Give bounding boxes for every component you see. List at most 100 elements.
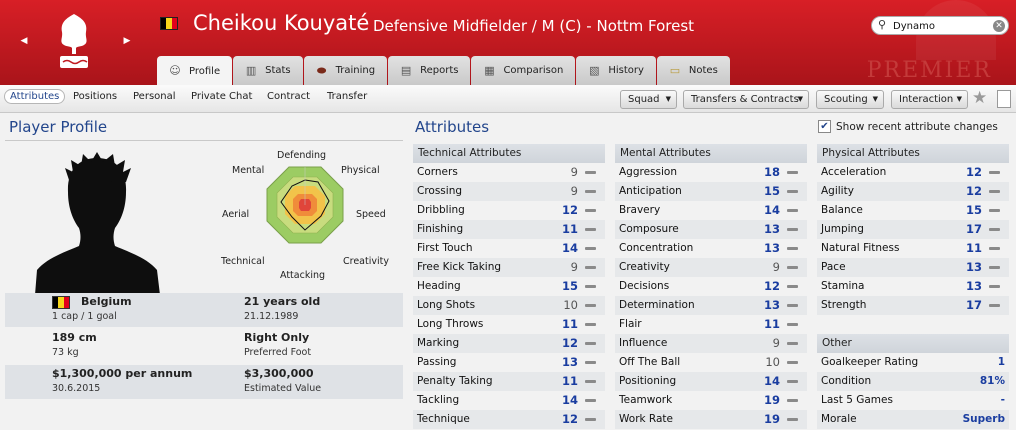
mental-attributes-heading: Mental Attributes [615,144,807,163]
tab-reports[interactable]: ▤ Reports [388,56,471,85]
attribute-value: 10 [765,355,780,369]
ball-icon: ⬬ [316,63,327,77]
tab-notes[interactable]: ▭ Notes [656,56,730,85]
attribute-value: 9 [772,336,780,350]
radar-label-creativity: Creativity [343,256,389,267]
notes-icon: ▭ [669,63,681,77]
attribute-name: Jumping [821,223,864,235]
search-input[interactable] [893,19,989,33]
attribute-name: Flair [619,318,642,330]
attribute-row: Influence 9 [615,334,807,353]
squad-dropdown[interactable]: Squad ▼ [620,90,677,109]
club-crest-icon [60,14,88,68]
search-box[interactable]: ⚲ ✕ [871,16,1009,35]
attribute-name: Concentration [619,242,694,254]
no-change-icon [585,418,596,421]
no-change-icon [585,228,596,231]
no-change-icon [989,190,1000,193]
chevron-down-icon: ▼ [665,95,671,103]
tab-comparison[interactable]: ▦ Comparison [471,56,576,85]
no-change-icon [989,171,1000,174]
attribute-row: Positioning 14 [615,372,807,391]
no-change-icon [585,266,596,269]
attribute-name: Long Throws [417,318,484,330]
attribute-row: Strength 17 [817,296,1009,315]
attribute-name: First Touch [417,242,473,254]
attribute-row: Jumping 17 [817,220,1009,239]
show-recent-changes-toggle[interactable]: ✔ Show recent attribute changes [818,120,998,133]
scouting-dropdown[interactable]: Scouting ▼ [816,90,884,109]
attribute-value: 13 [763,222,780,236]
attribute-name: Free Kick Taking [417,261,502,273]
attribute-row: Last 5 Games - [817,391,1009,410]
radar-label-speed: Speed [356,209,386,220]
chevron-down-icon: ▼ [797,95,803,103]
subnav-contract[interactable]: Contract [267,91,310,102]
no-change-icon [787,323,798,326]
prev-player-icon[interactable]: ◀ [16,33,32,49]
attribute-name: Strength [821,299,867,311]
no-change-icon [585,399,596,402]
no-change-icon [989,247,1000,250]
attribute-value: 12 [965,184,982,198]
flag-stripe-red [63,297,69,308]
attribute-row: Long Shots 10 [413,296,605,315]
attribute-name: Positioning [619,375,677,387]
interaction-dropdown[interactable]: Interaction ▼ [891,90,968,109]
attribute-name: Tackling [417,394,460,406]
wage: $1,300,000 per annum [52,367,193,380]
player-silhouette-image [35,152,160,295]
attribute-value: 12 [561,336,578,350]
attribute-name: Corners [417,166,458,178]
next-player-icon[interactable]: ▶ [119,33,135,49]
radar-label-physical: Physical [341,165,380,176]
attribute-value: 10 [563,298,578,312]
tab-history[interactable]: ▧ History [576,56,656,85]
player-profile-title: Player Profile [9,118,108,136]
tab-stats[interactable]: ▥ Stats [233,56,303,85]
mental-attribute-list: Aggression 18 Anticipation 15 Bravery 14 Compo… [615,163,807,429]
attribute-name: Passing [417,356,457,368]
no-change-icon [585,247,596,250]
attribute-row: Tackling 14 [413,391,605,410]
subnav-personal[interactable]: Personal [133,91,176,102]
subnav-attributes[interactable]: Attributes [4,89,66,104]
attribute-name: Teamwork [619,394,673,406]
no-change-icon [787,171,798,174]
caps-goals: 1 cap / 1 goal [52,311,117,322]
estimated-value-label: Estimated Value [244,383,322,394]
attribute-row: Free Kick Taking 9 [413,258,605,277]
attribute-name: Crossing [417,185,463,197]
clear-search-icon[interactable]: ✕ [993,20,1005,32]
attribute-value: 17 [965,298,982,312]
attribute-row: Acceleration 12 [817,163,1009,182]
attribute-row: Work Rate 19 [615,410,807,429]
tab-label: Reports [420,65,459,76]
no-change-icon [787,361,798,364]
no-change-icon [585,190,596,193]
attribute-row: Natural Fitness 11 [817,239,1009,258]
subnav-transfer[interactable]: Transfer [327,91,367,102]
attribute-row: Determination 13 [615,296,807,315]
technical-attributes-panel: Technical Attributes Corners 9 Crossing 9 Dr… [413,144,605,429]
tab-profile[interactable]: ☺ Profile [157,56,233,85]
add-note-icon[interactable] [997,90,1011,108]
star-icon[interactable]: ★ [972,88,987,108]
subnav-positions[interactable]: Positions [73,91,117,102]
info-value: Superb [962,413,1005,425]
attribute-value: 13 [561,355,578,369]
checkbox-checked-icon[interactable]: ✔ [818,120,831,133]
no-change-icon [787,380,798,383]
attribute-name: Stamina [821,280,865,292]
person-icon: ☺ [169,64,181,77]
attribute-value: 17 [965,222,982,236]
attribute-value: 19 [763,412,780,426]
height: 189 cm [52,331,97,344]
dropdown-label: Scouting [824,94,868,105]
no-change-icon [585,304,596,307]
subnav-private-chat[interactable]: Private Chat [191,91,252,102]
physical-attribute-list: Acceleration 12 Agility 12 Balance 15 Jumping 1… [817,163,1009,315]
transfers-contracts-dropdown[interactable]: Transfers & Contracts ▼ [683,90,809,109]
no-change-icon [585,323,596,326]
tab-training[interactable]: ⬬ Training [303,56,388,85]
